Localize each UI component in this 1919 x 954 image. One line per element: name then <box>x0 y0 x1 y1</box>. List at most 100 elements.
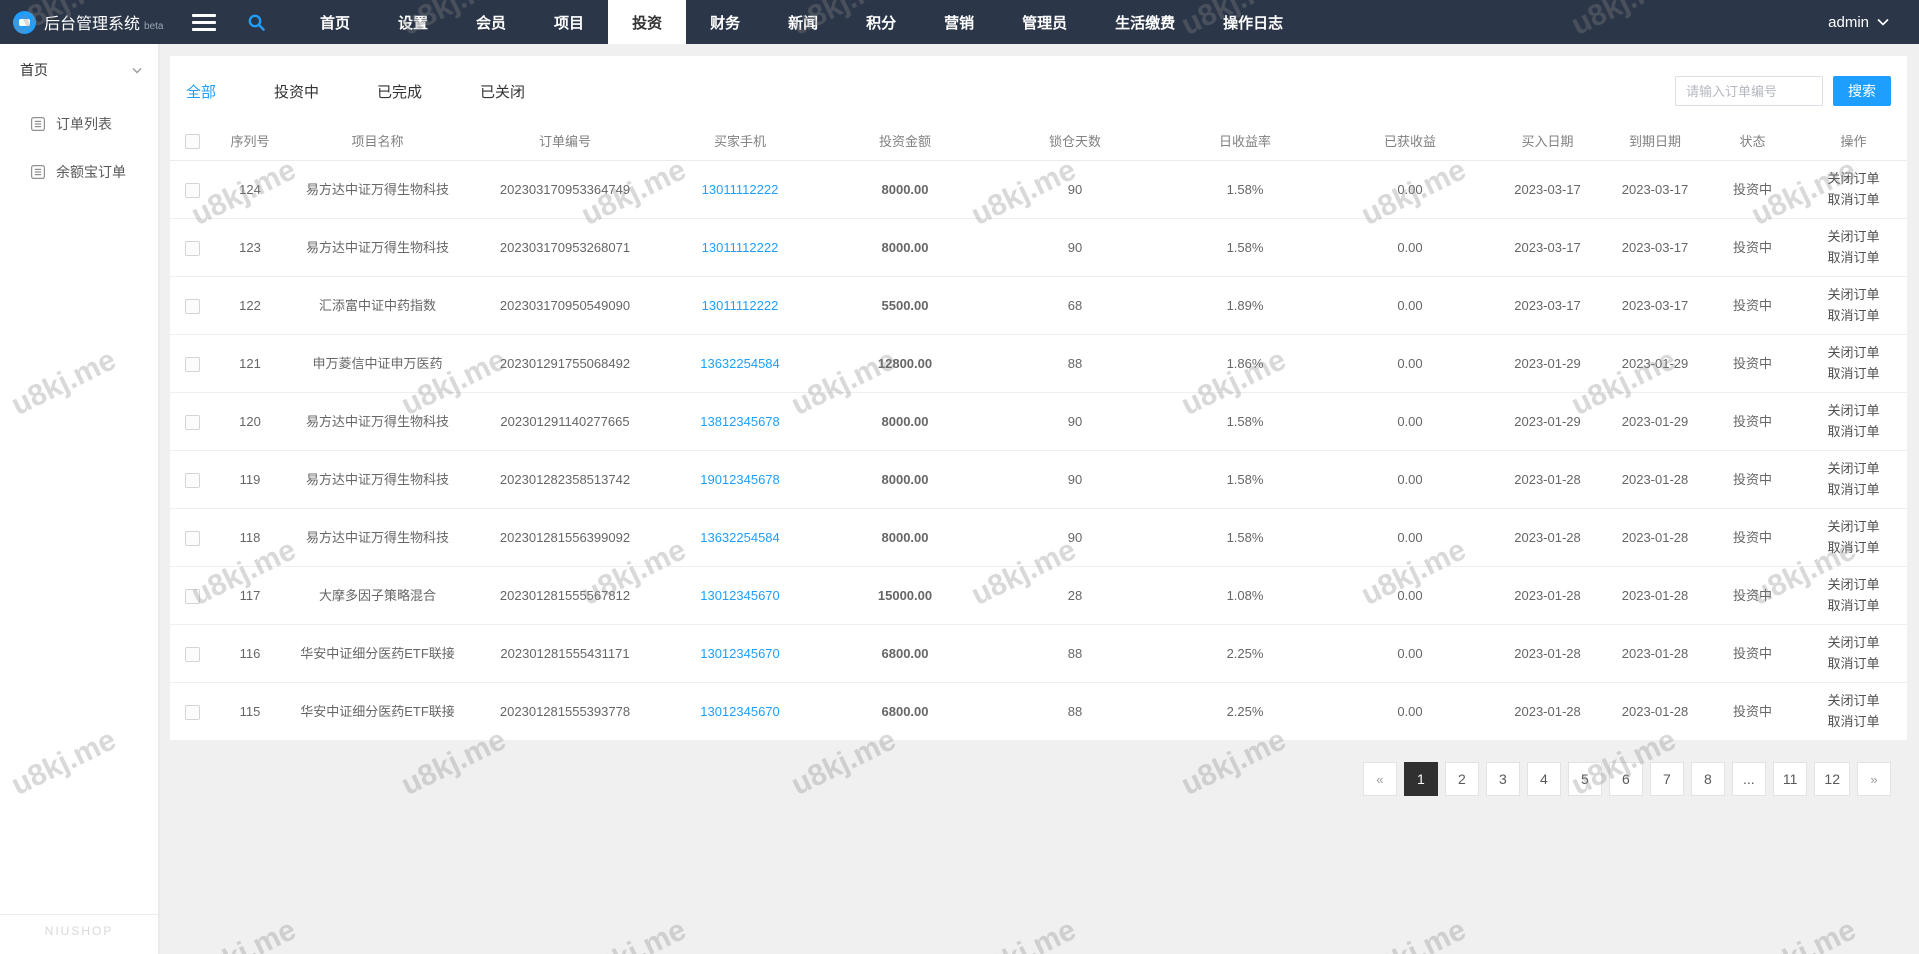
close-order-link[interactable]: 关闭订单 <box>1804 516 1903 537</box>
nav-item[interactable]: 会员 <box>452 0 530 44</box>
row-checkbox[interactable] <box>185 415 200 430</box>
close-order-link[interactable]: 关闭订单 <box>1804 400 1903 421</box>
filter-tab[interactable]: 已关闭 <box>480 81 525 102</box>
close-order-link[interactable]: 关闭订单 <box>1804 632 1903 653</box>
nav-item[interactable]: 营销 <box>920 0 998 44</box>
cell-expire-date: 2023-01-28 <box>1605 566 1705 624</box>
sidebar-menu: 订单列表余额宝订单 <box>0 100 158 196</box>
buyer-phone-link[interactable]: 13012345670 <box>700 646 780 661</box>
row-checkbox[interactable] <box>185 589 200 604</box>
cell-lock-days: 90 <box>990 508 1160 566</box>
sidebar-item[interactable]: 订单列表 <box>0 100 158 148</box>
page-button[interactable]: 1 <box>1404 762 1438 796</box>
page-button[interactable]: 5 <box>1568 762 1602 796</box>
nav-item[interactable]: 生活缴费 <box>1091 0 1199 44</box>
row-checkbox[interactable] <box>185 647 200 662</box>
nav-item[interactable]: 首页 <box>296 0 374 44</box>
cancel-order-link[interactable]: 取消订单 <box>1804 537 1903 558</box>
cancel-order-link[interactable]: 取消订单 <box>1804 247 1903 268</box>
nav-item[interactable]: 新闻 <box>764 0 842 44</box>
page-button[interactable]: 7 <box>1650 762 1684 796</box>
page-button[interactable]: 2 <box>1445 762 1479 796</box>
filter-tab[interactable]: 已完成 <box>377 81 422 102</box>
buyer-phone-link[interactable]: 13012345670 <box>700 704 780 719</box>
filter-tab[interactable]: 投资中 <box>274 81 319 102</box>
sidebar-module-label: 首页 <box>20 60 48 80</box>
row-checkbox-cell <box>170 508 215 566</box>
cell-order-no: 202303170953364749 <box>470 160 660 218</box>
filter-tab[interactable]: 全部 <box>186 81 216 102</box>
page-button[interactable]: 11 <box>1773 762 1808 796</box>
page-ellipsis[interactable]: ... <box>1732 762 1766 796</box>
table-row: 123易方达中证万得生物科技20230317095326807113011112… <box>170 218 1907 276</box>
cell-seq: 118 <box>215 508 285 566</box>
cancel-order-link[interactable]: 取消订单 <box>1804 595 1903 616</box>
nav-item[interactable]: 操作日志 <box>1199 0 1307 44</box>
select-all-checkbox[interactable] <box>185 134 200 149</box>
sidebar-footer: NIUSHOP <box>0 914 158 954</box>
buyer-phone-link[interactable]: 13011112222 <box>702 182 779 197</box>
nav-item[interactable]: 投资 <box>608 0 686 44</box>
app-badge: beta <box>144 21 163 32</box>
row-checkbox[interactable] <box>185 241 200 256</box>
cancel-order-link[interactable]: 取消订单 <box>1804 479 1903 500</box>
nav-item[interactable]: 项目 <box>530 0 608 44</box>
buyer-phone-link[interactable]: 13632254584 <box>700 530 780 545</box>
sidebar-module-select[interactable]: 首页 <box>0 44 158 86</box>
row-checkbox-cell <box>170 160 215 218</box>
row-checkbox-cell <box>170 566 215 624</box>
page-button[interactable]: 12 <box>1814 762 1850 796</box>
search-button[interactable]: 搜索 <box>1833 76 1891 106</box>
hamburger-menu-icon[interactable] <box>178 0 230 44</box>
search-icon[interactable] <box>230 0 282 44</box>
row-checkbox[interactable] <box>185 299 200 314</box>
page-button[interactable]: 3 <box>1486 762 1520 796</box>
row-checkbox[interactable] <box>185 357 200 372</box>
buyer-phone-link[interactable]: 13011112222 <box>702 240 779 255</box>
close-order-link[interactable]: 关闭订单 <box>1804 574 1903 595</box>
table-row: 120易方达中证万得生物科技20230129114027766513812345… <box>170 392 1907 450</box>
cell-buy-date: 2023-01-28 <box>1490 624 1605 682</box>
page-button[interactable]: 4 <box>1527 762 1561 796</box>
buyer-phone-link[interactable]: 19012345678 <box>700 472 780 487</box>
cancel-order-link[interactable]: 取消订单 <box>1804 189 1903 210</box>
sidebar-item[interactable]: 余额宝订单 <box>0 148 158 196</box>
cancel-order-link[interactable]: 取消订单 <box>1804 653 1903 674</box>
cell-amount: 15000.00 <box>820 566 990 624</box>
app-logo-icon <box>13 11 36 34</box>
close-order-link[interactable]: 关闭订单 <box>1804 690 1903 711</box>
row-checkbox[interactable] <box>185 473 200 488</box>
prev-page-button[interactable]: « <box>1363 762 1397 796</box>
nav-item[interactable]: 设置 <box>374 0 452 44</box>
page-button[interactable]: 6 <box>1609 762 1643 796</box>
row-checkbox[interactable] <box>185 531 200 546</box>
close-order-link[interactable]: 关闭订单 <box>1804 168 1903 189</box>
cancel-order-link[interactable]: 取消订单 <box>1804 305 1903 326</box>
row-checkbox[interactable] <box>185 183 200 198</box>
order-search-input[interactable] <box>1675 76 1823 106</box>
cell-phone: 13012345670 <box>660 682 820 740</box>
cell-lock-days: 88 <box>990 334 1160 392</box>
user-menu[interactable]: admin <box>1828 0 1919 44</box>
nav-item[interactable]: 积分 <box>842 0 920 44</box>
buyer-phone-link[interactable]: 13812345678 <box>700 414 780 429</box>
cell-earned: 0.00 <box>1330 624 1490 682</box>
cancel-order-link[interactable]: 取消订单 <box>1804 711 1903 732</box>
buyer-phone-link[interactable]: 13011112222 <box>702 298 779 313</box>
close-order-link[interactable]: 关闭订单 <box>1804 284 1903 305</box>
nav-item[interactable]: 财务 <box>686 0 764 44</box>
next-page-button[interactable]: » <box>1857 762 1891 796</box>
cell-amount: 6800.00 <box>820 624 990 682</box>
nav-item[interactable]: 管理员 <box>998 0 1091 44</box>
close-order-link[interactable]: 关闭订单 <box>1804 226 1903 247</box>
cancel-order-link[interactable]: 取消订单 <box>1804 363 1903 384</box>
cancel-order-link[interactable]: 取消订单 <box>1804 421 1903 442</box>
close-order-link[interactable]: 关闭订单 <box>1804 342 1903 363</box>
buyer-phone-link[interactable]: 13012345670 <box>700 588 780 603</box>
close-order-link[interactable]: 关闭订单 <box>1804 458 1903 479</box>
sidebar-item-label: 余额宝订单 <box>56 162 126 182</box>
buyer-phone-link[interactable]: 13632254584 <box>700 356 780 371</box>
cell-actions: 关闭订单取消订单 <box>1800 276 1907 334</box>
row-checkbox[interactable] <box>185 705 200 720</box>
page-button[interactable]: 8 <box>1691 762 1725 796</box>
